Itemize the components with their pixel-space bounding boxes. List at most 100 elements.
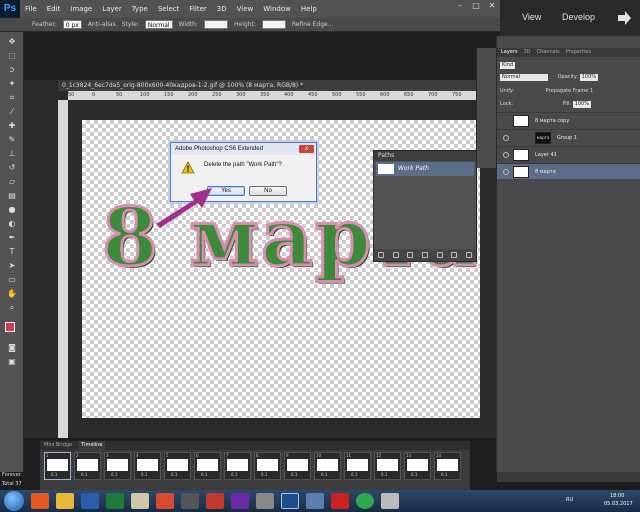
- fill-path-icon[interactable]: [378, 252, 385, 258]
- add-mask-icon[interactable]: [436, 252, 443, 258]
- tab-layers[interactable]: Layers: [501, 48, 518, 57]
- maximize-button[interactable]: □: [468, 0, 484, 12]
- style-select[interactable]: Normal: [144, 20, 173, 29]
- view-module-button[interactable]: View: [522, 12, 541, 22]
- menu-type[interactable]: Type: [127, 5, 153, 13]
- gradient-tool-icon[interactable]: ▤: [6, 190, 18, 201]
- premiere-taskbar-icon[interactable]: [231, 493, 249, 509]
- clock-date[interactable]: 05.03.2017: [604, 501, 633, 507]
- close-window-button[interactable]: ✕: [484, 0, 500, 12]
- timeline-frame[interactable]: 14 0.1: [434, 452, 461, 480]
- timeline-frame[interactable]: 6 0.1: [194, 452, 221, 480]
- flash-taskbar-icon[interactable]: [206, 493, 224, 509]
- tab-3d[interactable]: 3D: [524, 48, 531, 57]
- new-path-icon[interactable]: [451, 252, 458, 258]
- timeline-frame[interactable]: 2 0.1: [74, 452, 101, 480]
- propagate-frame-checkbox[interactable]: Propagate Frame 1: [546, 88, 593, 94]
- menu-3d[interactable]: 3D: [212, 5, 232, 13]
- timeline-frame[interactable]: 1 0.1: [44, 452, 71, 480]
- path-selection-tool-icon[interactable]: ➤: [6, 260, 18, 271]
- blend-mode-select[interactable]: Normal: [500, 74, 548, 81]
- timeline-frame[interactable]: 5 0.1: [164, 452, 191, 480]
- timeline-frame[interactable]: 13 0.1: [404, 452, 431, 480]
- fill-input[interactable]: 100%: [572, 101, 591, 108]
- menu-edit[interactable]: Edit: [42, 5, 66, 13]
- frame-delay-select[interactable]: 0.1: [411, 472, 417, 477]
- start-button[interactable]: [4, 491, 24, 511]
- chat-taskbar-icon[interactable]: [356, 493, 374, 509]
- frame-delay-select[interactable]: 0.1: [321, 472, 327, 477]
- frame-delay-select[interactable]: 0.1: [441, 472, 447, 477]
- timeline-frame[interactable]: 8 0.1: [254, 452, 281, 480]
- camera-taskbar-icon[interactable]: [256, 493, 274, 509]
- frame-delay-select[interactable]: 0.1: [51, 472, 57, 477]
- word-taskbar-icon[interactable]: [81, 493, 99, 509]
- visibility-eye-icon[interactable]: [503, 135, 509, 141]
- eyedropper-tool-icon[interactable]: ⁄: [6, 106, 18, 117]
- refine-edge-button[interactable]: Refine Edge...: [292, 21, 334, 28]
- visibility-eye-icon[interactable]: [503, 152, 509, 158]
- frame-delay-select[interactable]: 0.1: [141, 472, 147, 477]
- loop-select[interactable]: Forever: [2, 472, 21, 478]
- stroke-path-icon[interactable]: [392, 252, 399, 258]
- timeline-frame[interactable]: 3 0.1: [104, 452, 131, 480]
- stamp-tool-icon[interactable]: ⊥: [6, 148, 18, 159]
- develop-module-button[interactable]: Develop: [562, 12, 595, 22]
- frame-delay-select[interactable]: 0.1: [261, 472, 267, 477]
- frame-delay-select[interactable]: 0.1: [81, 472, 87, 477]
- brush-tool-icon[interactable]: ✎: [6, 134, 18, 145]
- menu-filter[interactable]: Filter: [184, 5, 211, 13]
- screen-mode-icon[interactable]: ▣: [6, 356, 18, 367]
- menu-window[interactable]: Window: [258, 5, 296, 13]
- pen-tool-icon[interactable]: ✒: [6, 232, 18, 243]
- quick-mask-icon[interactable]: ◙: [6, 342, 18, 353]
- shape-tool-icon[interactable]: ▭: [6, 274, 18, 285]
- kind-filter-select[interactable]: Kind: [500, 62, 516, 69]
- clock-time[interactable]: 18:00: [610, 493, 624, 499]
- dodge-tool-icon[interactable]: ◐: [6, 218, 18, 229]
- crop-tool-icon[interactable]: ⌗: [6, 92, 18, 103]
- frame-delay-select[interactable]: 0.1: [291, 472, 297, 477]
- tab-timeline[interactable]: Timeline: [78, 441, 106, 450]
- menu-layer[interactable]: Layer: [97, 5, 127, 13]
- share-arrow-icon[interactable]: [616, 10, 632, 26]
- frame-delay-select[interactable]: 0.1: [171, 472, 177, 477]
- tab-mini-bridge[interactable]: Mini Bridge: [44, 441, 72, 450]
- frame-delay-select[interactable]: 0.1: [351, 472, 357, 477]
- magic-wand-tool-icon[interactable]: ✦: [6, 78, 18, 89]
- document-tab[interactable]: 0_1c3824_6ec7da5_orig-800x600-40кадров-1…: [58, 80, 500, 91]
- menu-view[interactable]: View: [232, 5, 259, 13]
- timeline-frame[interactable]: 4 0.1: [134, 452, 161, 480]
- menu-image[interactable]: Image: [65, 5, 97, 13]
- language-indicator[interactable]: RU: [566, 497, 573, 503]
- dialog-close-button[interactable]: x: [299, 145, 314, 153]
- frame-delay-select[interactable]: 0.1: [381, 472, 387, 477]
- downloader-taskbar-icon[interactable]: [331, 493, 349, 509]
- frame-delay-select[interactable]: 0.1: [231, 472, 237, 477]
- timeline-frame[interactable]: 7 0.1: [224, 452, 251, 480]
- foreground-color-swatch[interactable]: [5, 322, 15, 332]
- type-tool-icon[interactable]: T: [6, 246, 18, 257]
- tab-properties[interactable]: Properties: [566, 48, 591, 57]
- marquee-tool-icon[interactable]: ⬚: [6, 50, 18, 61]
- app-taskbar-icon[interactable]: [381, 493, 399, 509]
- menu-file[interactable]: File: [20, 5, 42, 13]
- timeline-frame[interactable]: 11 0.1: [344, 452, 371, 480]
- layer-row[interactable]: 8 марта copy: [497, 112, 640, 128]
- minimize-button[interactable]: –: [452, 0, 468, 12]
- menu-help[interactable]: Help: [296, 5, 322, 13]
- no-button[interactable]: No: [249, 186, 287, 196]
- explorer-taskbar-icon[interactable]: [56, 493, 74, 509]
- excel-taskbar-icon[interactable]: [106, 493, 124, 509]
- frame-delay-select[interactable]: 0.1: [201, 472, 207, 477]
- load-selection-icon[interactable]: [407, 252, 414, 258]
- visibility-eye-icon[interactable]: [503, 169, 509, 175]
- work-path-row[interactable]: Work Path: [376, 162, 474, 176]
- 7zip-taskbar-icon[interactable]: [156, 493, 174, 509]
- lasso-tool-icon[interactable]: ↄ: [6, 64, 18, 75]
- photoshop-taskbar-icon[interactable]: [281, 493, 299, 509]
- timeline-frame[interactable]: 10 0.1: [314, 452, 341, 480]
- zoom-tool-icon[interactable]: ⌕: [6, 302, 18, 313]
- opacity-input[interactable]: 100%: [579, 74, 599, 81]
- firefox-taskbar-icon[interactable]: [31, 493, 49, 509]
